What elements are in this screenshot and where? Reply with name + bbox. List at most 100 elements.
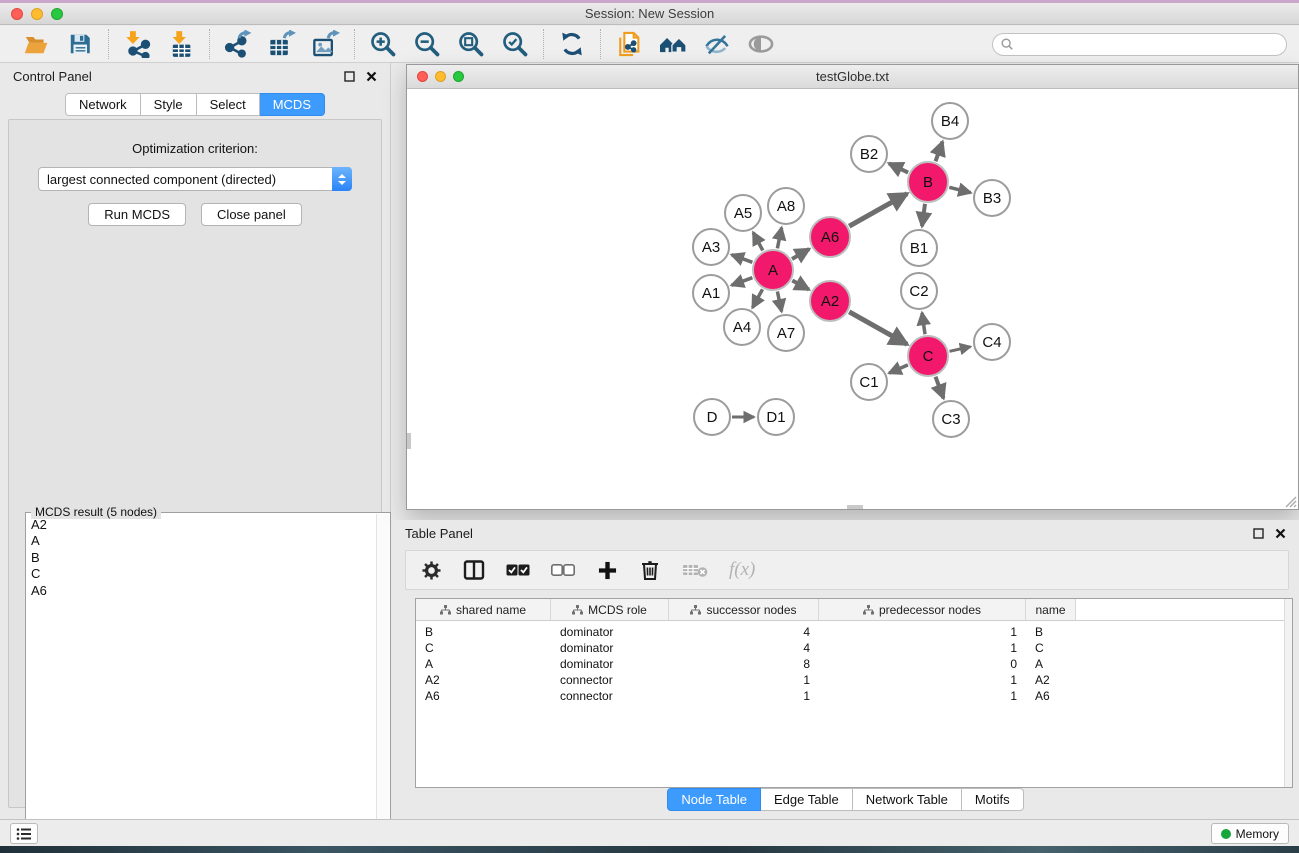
close-panel-button[interactable]: Close panel: [201, 203, 302, 226]
edge-C-C4[interactable]: [950, 347, 971, 352]
hide-panels-icon[interactable]: [700, 29, 734, 59]
zoom-out-icon[interactable]: [410, 29, 444, 59]
edge-B-B4[interactable]: [936, 142, 943, 162]
task-history-button[interactable]: [10, 823, 38, 844]
home-icon[interactable]: [656, 29, 690, 59]
column-header-predecessor-nodes[interactable]: predecessor nodes: [819, 599, 1026, 620]
float-panel-icon[interactable]: [344, 71, 355, 82]
node-A3[interactable]: A3: [692, 228, 730, 266]
tab-motifs[interactable]: Motifs: [962, 788, 1024, 811]
node-C1[interactable]: C1: [850, 363, 888, 401]
canvas-horizontal-scroll-nub[interactable]: [847, 505, 863, 509]
edge-B-B3[interactable]: [949, 187, 970, 192]
node-A6[interactable]: A6: [809, 216, 851, 258]
zoom-window-button[interactable]: [51, 8, 63, 20]
search-input[interactable]: [1018, 37, 1279, 51]
canvas-vertical-scroll-nub[interactable]: [407, 433, 411, 449]
edge-A-A1[interactable]: [732, 278, 753, 286]
result-item-c[interactable]: C: [28, 566, 374, 582]
edge-B-B2[interactable]: [889, 163, 908, 172]
node-A8[interactable]: A8: [767, 187, 805, 225]
column-header-successor-nodes[interactable]: successor nodes: [669, 599, 819, 620]
table-row-c[interactable]: Cdominator41C: [416, 640, 1292, 656]
result-scrollbar[interactable]: [376, 514, 389, 853]
zoom-window-button[interactable]: [453, 71, 464, 82]
node-A2[interactable]: A2: [809, 280, 851, 322]
save-session-icon[interactable]: [63, 29, 97, 59]
node-A7[interactable]: A7: [767, 314, 805, 352]
tab-style[interactable]: Style: [141, 93, 197, 116]
resize-grip-icon[interactable]: [1283, 494, 1297, 508]
node-C4[interactable]: C4: [973, 323, 1011, 361]
deselect-all-icon[interactable]: [551, 558, 575, 582]
edge-A-A7[interactable]: [777, 292, 781, 312]
tab-mcds[interactable]: MCDS: [260, 93, 325, 116]
edge-A6-B[interactable]: [849, 194, 907, 227]
node-A1[interactable]: A1: [692, 274, 730, 312]
add-column-icon[interactable]: [596, 558, 618, 582]
node-B[interactable]: B: [907, 161, 949, 203]
node-C3[interactable]: C3: [932, 400, 970, 438]
column-header-shared-name[interactable]: shared name: [416, 599, 551, 620]
edge-A-A2[interactable]: [792, 281, 809, 290]
node-B4[interactable]: B4: [931, 102, 969, 140]
memory-button[interactable]: Memory: [1211, 823, 1289, 844]
result-item-a2[interactable]: A2: [28, 517, 374, 533]
close-window-button[interactable]: [417, 71, 428, 82]
edge-A-A5[interactable]: [753, 233, 763, 251]
table-row-b[interactable]: Bdominator41B: [416, 624, 1292, 640]
import-network-icon[interactable]: [120, 29, 154, 59]
close-window-button[interactable]: [11, 8, 23, 20]
edge-B-B1[interactable]: [922, 204, 925, 226]
eye-icon[interactable]: [744, 29, 778, 59]
tab-network[interactable]: Network: [65, 93, 141, 116]
import-table-icon[interactable]: [164, 29, 198, 59]
node-C2[interactable]: C2: [900, 272, 938, 310]
minimize-window-button[interactable]: [31, 8, 43, 20]
split-column-icon[interactable]: [463, 558, 485, 582]
clone-network-icon[interactable]: [612, 29, 646, 59]
edge-A2-C[interactable]: [849, 312, 907, 345]
zoom-fit-icon[interactable]: [454, 29, 488, 59]
toolbar-search[interactable]: [992, 33, 1287, 56]
node-A[interactable]: A: [752, 249, 794, 291]
export-image-icon[interactable]: [309, 29, 343, 59]
node-B1[interactable]: B1: [900, 229, 938, 267]
float-panel-icon[interactable]: [1253, 528, 1264, 539]
column-header-name[interactable]: name: [1026, 599, 1076, 620]
node-A5[interactable]: A5: [724, 194, 762, 232]
zoom-selected-icon[interactable]: [498, 29, 532, 59]
tab-edge-table[interactable]: Edge Table: [761, 788, 853, 811]
result-item-a[interactable]: A: [28, 533, 374, 549]
export-table-icon[interactable]: [265, 29, 299, 59]
node-A4[interactable]: A4: [723, 308, 761, 346]
node-B2[interactable]: B2: [850, 135, 888, 173]
select-all-icon[interactable]: [506, 558, 530, 582]
edge-A-A6[interactable]: [792, 249, 809, 259]
edge-A-A4[interactable]: [753, 289, 763, 307]
edge-C-C2[interactable]: [922, 313, 925, 334]
export-network-icon[interactable]: [221, 29, 255, 59]
optimization-criterion-select[interactable]: largest connected component (directed): [38, 167, 352, 191]
edge-A-A3[interactable]: [732, 255, 753, 263]
tab-node-table[interactable]: Node Table: [667, 788, 761, 811]
delete-column-icon[interactable]: [639, 558, 661, 582]
close-panel-icon[interactable]: [366, 71, 377, 82]
result-item-a6[interactable]: A6: [28, 583, 374, 599]
table-row-a2[interactable]: A2connector11A2: [416, 672, 1292, 688]
minimize-window-button[interactable]: [435, 71, 446, 82]
open-session-icon[interactable]: [19, 29, 53, 59]
edge-A-A8[interactable]: [777, 228, 781, 249]
node-C[interactable]: C: [907, 335, 949, 377]
column-header-mcds-role[interactable]: MCDS role: [551, 599, 669, 620]
node-D1[interactable]: D1: [757, 398, 795, 436]
zoom-in-icon[interactable]: [366, 29, 400, 59]
network-canvas[interactable]: B4 B2 B B3 A8A5 A6 A3 B1 A C2 A1 A2 A4A7 C4 C C1 D D1 C3: [407, 89, 1298, 509]
tab-select[interactable]: Select: [197, 93, 260, 116]
close-panel-icon[interactable]: [1275, 528, 1286, 539]
table-row-a6[interactable]: A6connector11A6: [416, 688, 1292, 704]
node-B3[interactable]: B3: [973, 179, 1011, 217]
node-D[interactable]: D: [693, 398, 731, 436]
refresh-icon[interactable]: [555, 29, 589, 59]
result-item-b[interactable]: B: [28, 550, 374, 566]
